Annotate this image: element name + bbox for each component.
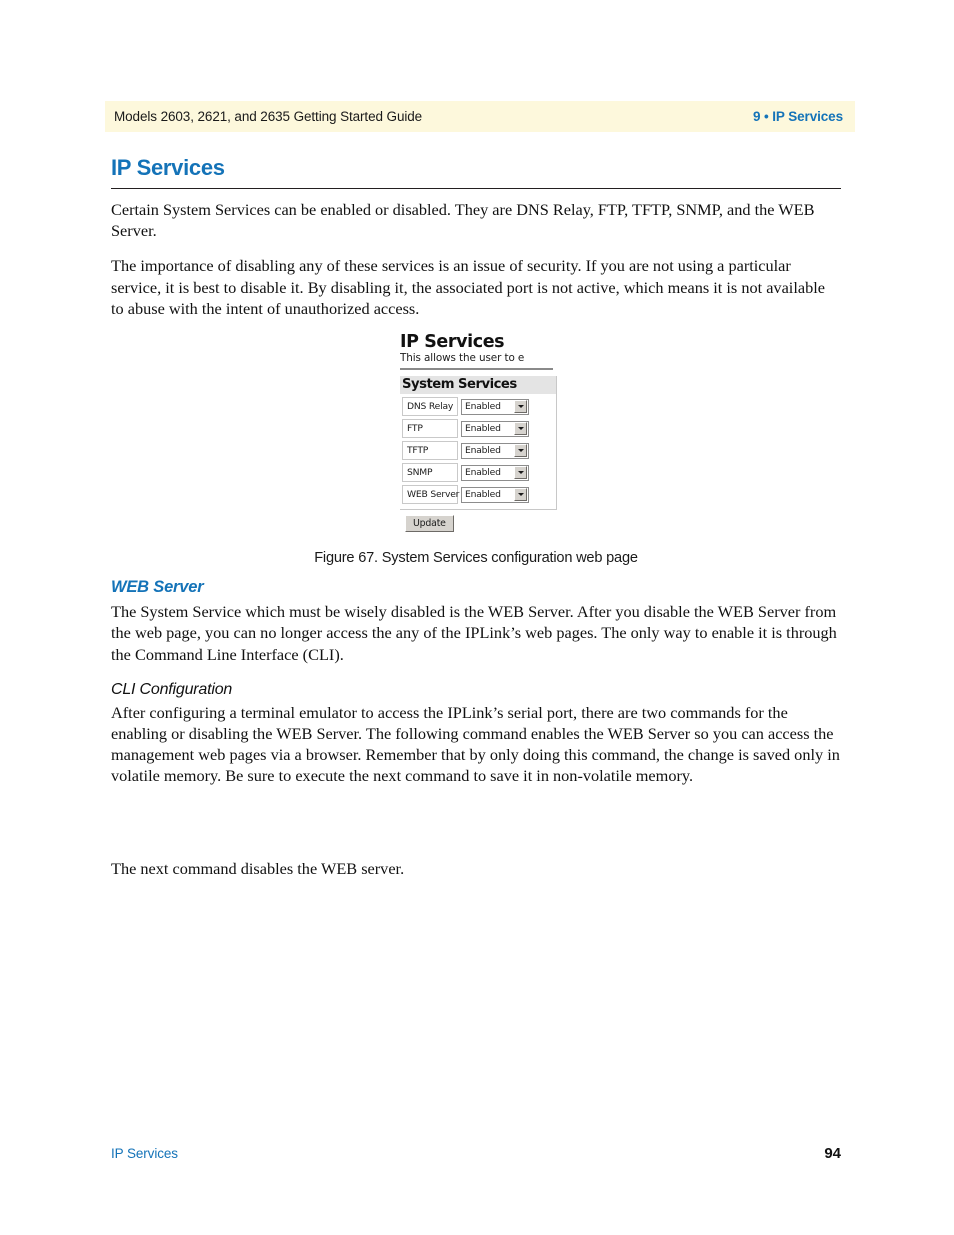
embedded-screenshot: IP Services This allows the user to e Sy…	[394, 331, 558, 533]
chevron-down-icon[interactable]	[514, 444, 527, 458]
service-name-web-server: WEB Server	[402, 485, 459, 505]
tftp-select-value: Enabled	[465, 445, 501, 457]
system-services-heading: System Services	[400, 376, 556, 395]
figure-caption: Figure 67. System Services configuration…	[314, 550, 638, 567]
screenshot-title: IP Services	[400, 331, 505, 352]
service-label-cell: DNS Relay	[402, 397, 461, 419]
service-label-cell: WEB Server	[402, 485, 461, 507]
section-heading-cli-configuration: CLI Configuration	[111, 680, 233, 698]
dns-relay-select-value: Enabled	[465, 401, 501, 413]
service-select-cell: Enabled	[461, 485, 532, 507]
service-name-tftp: TFTP	[402, 441, 458, 461]
web-server-paragraph: The System Service which must be wisely …	[111, 602, 837, 664]
tftp-select[interactable]: Enabled	[461, 442, 529, 459]
service-select-cell: Enabled	[461, 463, 532, 485]
web-server-select[interactable]: Enabled	[461, 486, 529, 503]
ftp-select-value: Enabled	[465, 423, 501, 435]
intro-paragraph-1: Certain System Services can be enabled o…	[111, 200, 815, 241]
command-block-placeholder	[111, 800, 841, 858]
service-name-ftp: FTP	[402, 419, 458, 439]
service-select-cell: Enabled	[461, 441, 532, 463]
table-row: DNS Relay Enabled	[402, 397, 532, 419]
page-content: IP Services Certain System Services can …	[111, 155, 841, 894]
system-services-table: DNS Relay Enabled FTP Enabled TFTP Enabl…	[402, 397, 532, 507]
chevron-down-icon[interactable]	[514, 422, 527, 436]
screenshot-divider	[400, 368, 553, 371]
service-name-dns-relay: DNS Relay	[402, 397, 458, 417]
footer-section-label: IP Services	[111, 1146, 178, 1161]
system-services-panel: System Services DNS Relay Enabled FTP En…	[400, 376, 557, 511]
screenshot-subtitle: This allows the user to e	[400, 352, 525, 365]
service-name-snmp: SNMP	[402, 463, 458, 483]
chevron-down-icon[interactable]	[514, 488, 527, 502]
web-server-select-value: Enabled	[465, 489, 501, 501]
table-row: WEB Server Enabled	[402, 485, 532, 507]
page-number: 94	[824, 1145, 841, 1162]
title-divider	[111, 188, 841, 189]
table-row: FTP Enabled	[402, 419, 532, 441]
table-row: SNMP Enabled	[402, 463, 532, 485]
dns-relay-select[interactable]: Enabled	[461, 398, 529, 415]
service-select-cell: Enabled	[461, 419, 532, 441]
service-label-cell: FTP	[402, 419, 461, 441]
service-label-cell: SNMP	[402, 463, 461, 485]
intro-paragraph-2: The importance of disabling any of these…	[111, 256, 825, 318]
cli-closing-line: The next command disables the WEB server…	[111, 859, 405, 879]
snmp-select[interactable]: Enabled	[461, 464, 529, 481]
chevron-down-icon[interactable]	[514, 466, 527, 480]
ftp-select[interactable]: Enabled	[461, 420, 529, 437]
service-label-cell: TFTP	[402, 441, 461, 463]
snmp-select-value: Enabled	[465, 467, 501, 479]
running-header-chapter: 9 • IP Services	[752, 109, 843, 124]
panel-actions: Update	[400, 510, 558, 533]
update-button[interactable]: Update	[405, 515, 454, 533]
page-footer: IP Services 94	[111, 1145, 841, 1162]
chevron-down-icon[interactable]	[514, 400, 527, 414]
section-heading-web-server: WEB Server	[111, 578, 204, 597]
page-title: IP Services	[111, 155, 225, 180]
service-select-cell: Enabled	[461, 397, 532, 419]
figure-67: IP Services This allows the user to e Sy…	[111, 331, 841, 567]
running-header-title: Models 2603, 2621, and 2635 Getting Star…	[114, 109, 423, 124]
running-header: Models 2603, 2621, and 2635 Getting Star…	[105, 101, 855, 132]
cli-paragraph: After configuring a terminal emulator to…	[111, 702, 840, 786]
table-row: TFTP Enabled	[402, 441, 532, 463]
